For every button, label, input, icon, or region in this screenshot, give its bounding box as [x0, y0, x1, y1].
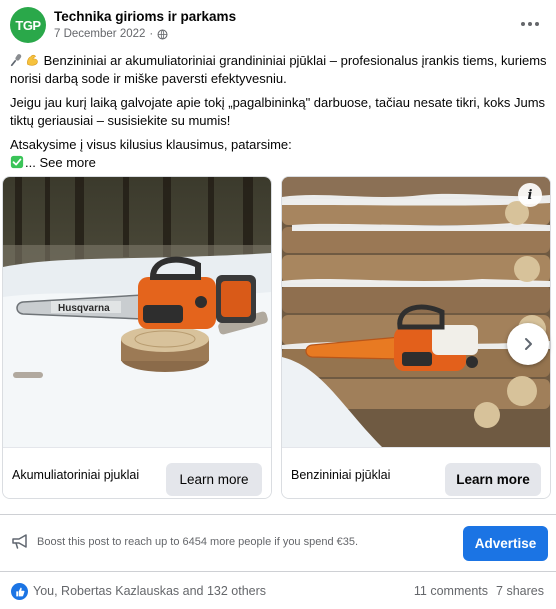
- reactors-text[interactable]: You, Robertas Kazlauskas and 132 others: [33, 584, 266, 598]
- meta-separator: ·: [149, 28, 154, 40]
- post-header: TGP Technika girioms ir parkams 7 Decemb…: [10, 6, 546, 44]
- post-paragraph-1: Benzininiai ar akumuliatoriniai grandini…: [10, 53, 547, 86]
- info-icon[interactable]: i: [518, 183, 542, 207]
- petrol-chainsaw-image[interactable]: [282, 177, 550, 447]
- learn-more-button[interactable]: Learn more: [166, 463, 262, 496]
- post-paragraph-2: Jeigu jau kurį laiką galvojate apie tokį…: [10, 95, 546, 128]
- page-avatar[interactable]: TGP: [10, 7, 46, 43]
- check-mark-emoji-icon: [10, 155, 24, 168]
- battery-chainsaw-image[interactable]: Husqvarna: [3, 177, 271, 447]
- advertise-button[interactable]: Advertise: [463, 526, 548, 561]
- post-meta: 7 December 2022 ·: [54, 28, 168, 40]
- post-paragraph-3: Atsakysime į visus kilusius klausimus, p…: [10, 137, 292, 152]
- reactions-bar: You, Robertas Kazlauskas and 132 others …: [0, 579, 556, 603]
- comments-count[interactable]: 11 comments: [414, 584, 488, 598]
- boost-text: Boost this post to reach up to 6454 more…: [37, 536, 359, 548]
- more-options-icon[interactable]: [516, 12, 544, 36]
- boost-bar: Boost this post to reach up to 6454 more…: [0, 514, 556, 572]
- ad-carousel: Husqvarna Akumuliatoriniai pjuklai Learn…: [2, 176, 556, 512]
- chevron-right-icon[interactable]: [507, 323, 549, 365]
- flexed-biceps-emoji-icon: [27, 54, 38, 66]
- shares-count[interactable]: 7 shares: [496, 584, 544, 598]
- card-footer: Benzininiai pjūklai Learn more: [282, 447, 550, 498]
- card-footer: Akumuliatoriniai pjuklai Learn more: [3, 447, 271, 498]
- brand-label: Husqvarna: [58, 303, 110, 314]
- post-text: Benzininiai ar akumuliatoriniai grandini…: [10, 52, 550, 171]
- carousel-card-battery-saws[interactable]: Husqvarna Akumuliatoriniai pjuklai Learn…: [2, 176, 272, 499]
- like-icon[interactable]: [11, 583, 28, 600]
- megaphone-icon: [12, 534, 27, 549]
- card-title[interactable]: Benzininiai pjūklai: [291, 468, 390, 482]
- card-title[interactable]: Akumuliatoriniai pjuklai: [12, 468, 139, 482]
- page-name[interactable]: Technika girioms ir parkams: [54, 9, 236, 24]
- learn-more-button[interactable]: Learn more: [445, 463, 541, 496]
- globe-icon: [157, 29, 168, 39]
- post-date[interactable]: 7 December 2022: [54, 28, 145, 40]
- microphone-emoji-icon: [10, 54, 22, 67]
- see-more-link[interactable]: ... See more: [25, 155, 96, 170]
